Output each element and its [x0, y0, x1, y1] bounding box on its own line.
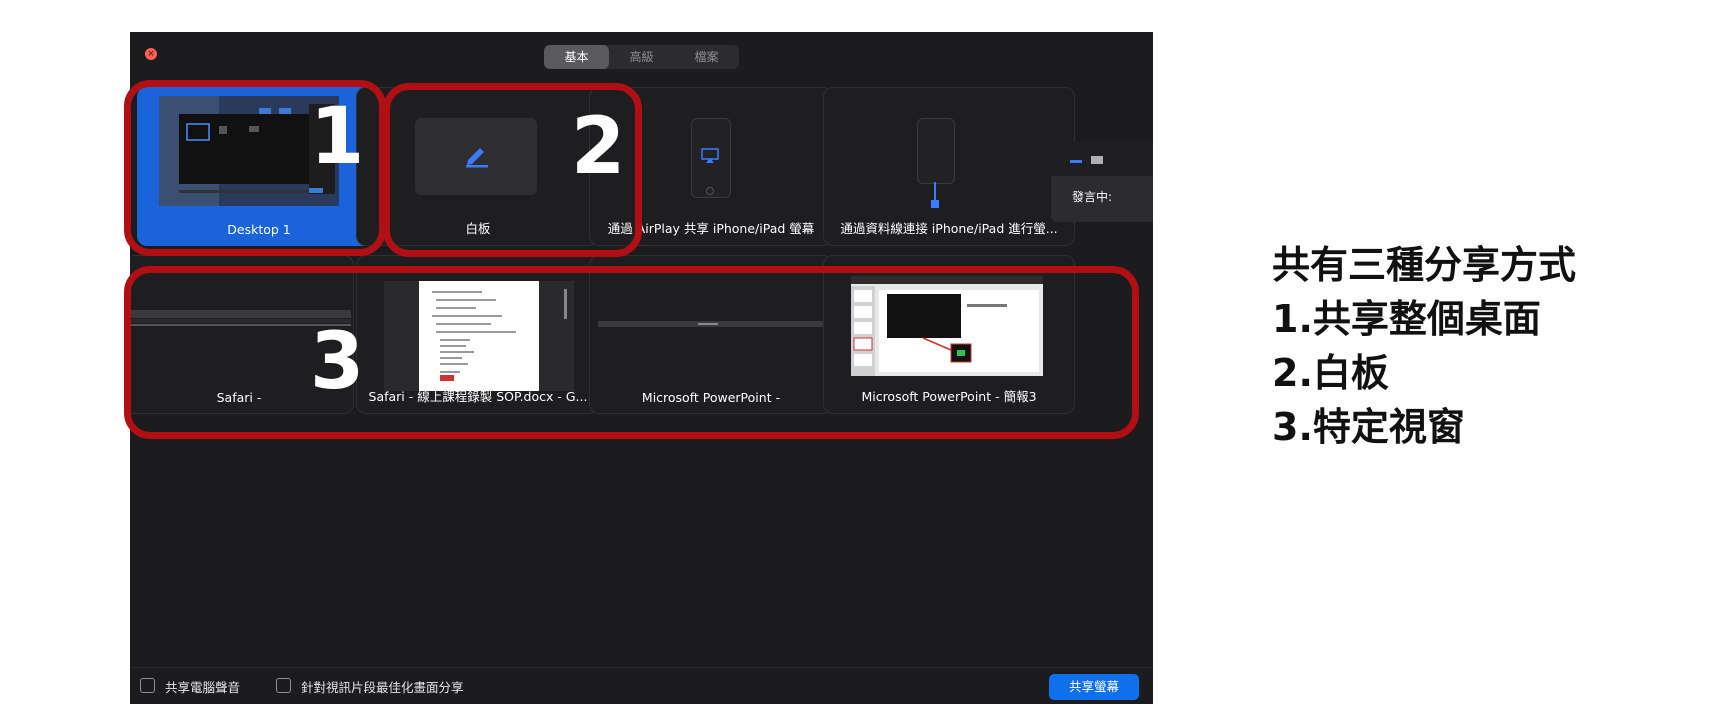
tile-caption: Desktop 1: [227, 222, 291, 237]
annotation-line: 共有三種分享方式: [1272, 243, 1577, 287]
annotation-line: 3.特定視窗: [1272, 405, 1465, 449]
tile-airplay[interactable]: 通過 AirPlay 共享 iPhone/iPad 螢幕: [589, 87, 833, 246]
tile-caption: 通過 AirPlay 共享 iPhone/iPad 螢幕: [607, 221, 815, 236]
tile-powerpoint-presentation[interactable]: Microsoft PowerPoint - 簡報3: [823, 255, 1075, 414]
tab-files[interactable]: 檔案: [674, 45, 739, 69]
tile-whiteboard[interactable]: 白板: [356, 87, 600, 246]
close-icon[interactable]: ×: [145, 48, 157, 60]
footer-bar: 共享電腦聲音 針對視訊片段最佳化畫面分享 共享螢幕: [130, 667, 1153, 704]
airplay-icon: [701, 148, 719, 163]
tile-cable-iphone[interactable]: 通過資料線連接 iPhone/iPad 進行螢...: [823, 87, 1075, 246]
annotation-line: 2.白板: [1272, 351, 1389, 395]
optimize-video-label: 針對視訊片段最佳化畫面分享: [301, 680, 464, 695]
tile-safari-doc[interactable]: Safari - 線上課程錄製 SOP.docx - G...: [356, 255, 600, 414]
presentation-thumbnail: [851, 276, 1043, 376]
number-label-3: 3: [310, 317, 365, 407]
tile-powerpoint[interactable]: Microsoft PowerPoint -: [589, 255, 833, 414]
number-label-2: 2: [571, 102, 626, 192]
share-audio-label: 共享電腦聲音: [165, 680, 241, 695]
pencil-icon: [466, 148, 488, 168]
annotation-text: 共有三種分享方式 1.共享整個桌面 2.白板 3.特定視窗: [1272, 238, 1576, 454]
tile-caption: Microsoft PowerPoint -: [641, 390, 781, 405]
document-thumbnail: [384, 281, 574, 391]
tile-caption: 白板: [465, 221, 491, 236]
number-label-1: 1: [310, 92, 365, 182]
tab-bar: 基本 高級 檔案: [544, 45, 739, 69]
optimize-video-checkbox[interactable]: [276, 678, 291, 693]
speaking-label: 發言中:: [1072, 190, 1113, 204]
cable-icon: [931, 182, 939, 208]
annotation-line: 1.共享整個桌面: [1272, 297, 1541, 341]
window-icon[interactable]: [1091, 156, 1103, 164]
tile-caption: Microsoft PowerPoint - 簡報3: [861, 389, 1037, 404]
powerpoint-thumbnail: [598, 321, 824, 327]
home-button-icon: [706, 187, 714, 195]
speaking-popup: 發言中:: [1051, 142, 1153, 222]
share-audio-checkbox[interactable]: [140, 678, 155, 693]
tile-caption: Safari - 線上課程錄製 SOP.docx - G...: [368, 389, 588, 404]
share-screen-button[interactable]: 共享螢幕: [1049, 674, 1139, 700]
tile-caption: 通過資料線連接 iPhone/iPad 進行螢...: [840, 221, 1058, 236]
tab-basic[interactable]: 基本: [544, 45, 609, 69]
share-screen-window: × 基本 高級 檔案 Desktop 1 白板 通過 AirPlay 共享 iP…: [130, 32, 1153, 704]
tab-advanced[interactable]: 高級: [609, 45, 674, 69]
phone-outline: [917, 118, 955, 184]
minimize-icon[interactable]: [1070, 160, 1082, 163]
